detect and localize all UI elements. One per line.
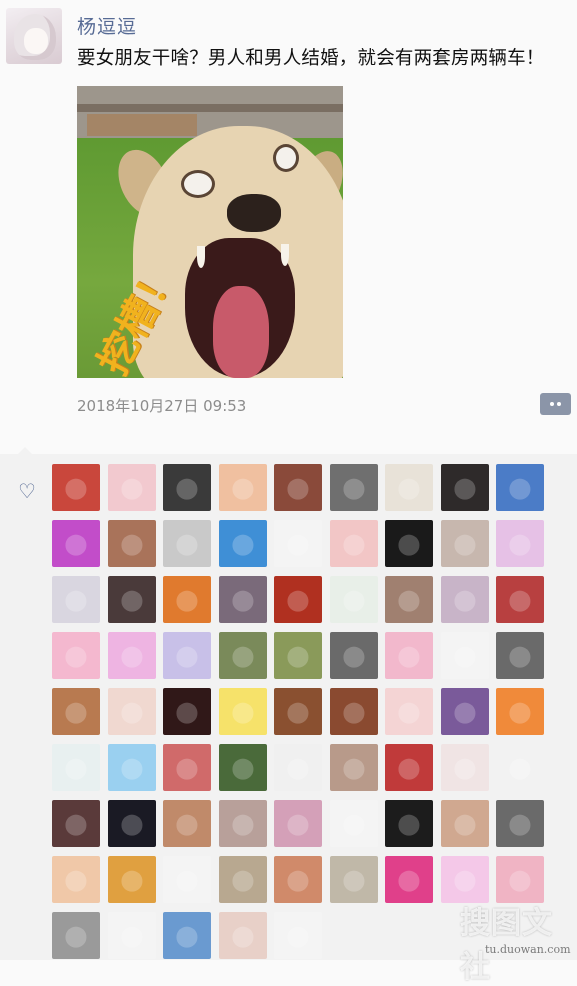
liker-avatar[interactable] <box>440 464 489 511</box>
liker-avatar[interactable] <box>385 632 433 679</box>
liker-avatar[interactable] <box>440 744 489 791</box>
liker-avatar[interactable] <box>440 576 489 623</box>
watermark-logo: 搜图文社 <box>460 906 553 985</box>
comment-more-icon[interactable] <box>540 393 571 415</box>
liker-avatar[interactable] <box>218 744 267 791</box>
liker-avatar[interactable] <box>440 632 489 679</box>
liker-avatar[interactable] <box>274 744 322 791</box>
liker-avatar[interactable] <box>107 632 156 679</box>
liker-avatar[interactable] <box>218 912 267 959</box>
liker-avatar[interactable] <box>496 520 544 567</box>
liker-avatar[interactable] <box>107 856 156 903</box>
liker-avatar[interactable] <box>329 520 378 567</box>
watermark-url: tu.duowan.com <box>485 943 571 956</box>
liker-avatar[interactable] <box>329 800 378 847</box>
liker-avatar[interactable] <box>52 632 100 679</box>
liker-avatar[interactable] <box>218 800 267 847</box>
liker-avatar[interactable] <box>163 744 211 791</box>
liker-avatar[interactable] <box>440 688 489 735</box>
post-image[interactable]: 挖槽！ <box>77 86 343 378</box>
dog-eye-right <box>273 144 299 172</box>
liker-avatar[interactable] <box>274 576 322 623</box>
dog-eye-left <box>181 170 215 198</box>
liker-avatar[interactable] <box>440 520 489 567</box>
liker-avatar[interactable] <box>52 856 100 903</box>
liker-avatar[interactable] <box>496 856 544 903</box>
liker-avatar[interactable] <box>496 800 544 847</box>
liker-avatar[interactable] <box>496 744 544 791</box>
post-username[interactable]: 杨逗逗 <box>77 12 137 39</box>
liker-avatar[interactable] <box>163 912 211 959</box>
liker-avatar[interactable] <box>218 464 267 511</box>
liker-avatar[interactable] <box>52 464 100 511</box>
liker-avatar[interactable] <box>107 688 156 735</box>
liker-avatar[interactable] <box>107 464 156 511</box>
dog-tooth <box>197 246 205 268</box>
liker-avatar[interactable] <box>329 688 378 735</box>
liker-avatar[interactable] <box>329 632 378 679</box>
liker-avatar[interactable] <box>163 520 211 567</box>
liker-avatar[interactable] <box>52 576 100 623</box>
liker-avatar[interactable] <box>440 800 489 847</box>
likes-panel: ♡ <box>0 447 577 960</box>
post-text: 要女朋友干啥？男人和男人结婚，就会有两套房两辆车！ <box>77 48 545 69</box>
liker-avatar[interactable] <box>496 688 544 735</box>
liker-avatar[interactable] <box>163 576 211 623</box>
liker-avatar[interactable] <box>107 744 156 791</box>
liker-avatar[interactable] <box>107 576 156 623</box>
liker-avatar[interactable] <box>218 688 267 735</box>
liker-avatar[interactable] <box>163 632 211 679</box>
liker-avatar[interactable] <box>163 688 211 735</box>
avatar-face <box>24 28 48 54</box>
liker-avatar[interactable] <box>52 520 100 567</box>
liker-avatar[interactable] <box>274 800 322 847</box>
dog-nose <box>227 194 281 232</box>
liker-avatar[interactable] <box>52 688 100 735</box>
liker-avatar[interactable] <box>440 856 489 903</box>
liker-avatar[interactable] <box>329 856 378 903</box>
liker-avatar[interactable] <box>329 744 378 791</box>
user-avatar[interactable] <box>6 8 62 64</box>
liker-avatar[interactable] <box>329 464 378 511</box>
liker-avatar[interactable] <box>385 856 433 903</box>
photo-bench <box>87 114 197 136</box>
liker-avatar[interactable] <box>274 632 322 679</box>
liker-avatar[interactable] <box>163 464 211 511</box>
liker-avatar[interactable] <box>163 856 211 903</box>
dog-tooth <box>281 244 289 266</box>
liker-avatar[interactable] <box>385 520 433 567</box>
likes-panel-pointer <box>18 447 32 454</box>
liker-avatar[interactable] <box>218 632 267 679</box>
liker-avatar[interactable] <box>218 576 267 623</box>
liker-avatar[interactable] <box>274 520 322 567</box>
likes-avatar-grid <box>52 464 544 959</box>
liker-avatar[interactable] <box>329 576 378 623</box>
liker-avatar[interactable] <box>496 632 544 679</box>
liker-avatar[interactable] <box>385 688 433 735</box>
liker-avatar[interactable] <box>274 464 322 511</box>
liker-avatar[interactable] <box>218 856 267 903</box>
heart-outline-icon: ♡ <box>18 479 36 503</box>
liker-avatar[interactable] <box>52 912 100 959</box>
dog-tongue <box>213 286 269 378</box>
liker-avatar[interactable] <box>163 800 211 847</box>
liker-avatar[interactable] <box>107 800 156 847</box>
liker-avatar[interactable] <box>274 688 322 735</box>
liker-avatar[interactable] <box>496 576 544 623</box>
liker-avatar[interactable] <box>107 520 156 567</box>
liker-avatar[interactable] <box>385 800 433 847</box>
liker-avatar[interactable] <box>496 464 544 511</box>
liker-avatar[interactable] <box>274 856 322 903</box>
liker-avatar[interactable] <box>385 464 433 511</box>
liker-avatar[interactable] <box>274 912 322 959</box>
photo-fence <box>77 104 343 112</box>
liker-avatar[interactable] <box>52 800 100 847</box>
liker-avatar[interactable] <box>52 744 100 791</box>
liker-avatar[interactable] <box>107 912 156 959</box>
liker-avatar[interactable] <box>385 744 433 791</box>
post-timestamp: 2018年10月27日 09:53 <box>77 397 247 415</box>
liker-avatar[interactable] <box>385 576 433 623</box>
liker-avatar[interactable] <box>218 520 267 567</box>
